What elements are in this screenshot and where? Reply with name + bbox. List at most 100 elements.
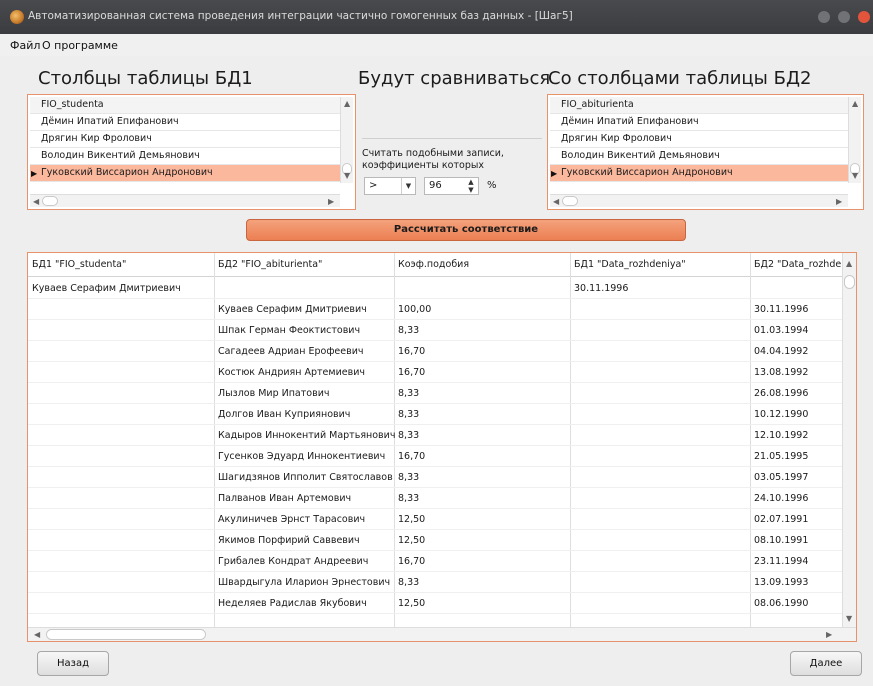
app-icon bbox=[10, 10, 24, 24]
list-item[interactable]: Володин Викентий Демьянович bbox=[550, 148, 848, 165]
calculate-match-button[interactable]: Рассчитать соответствие bbox=[246, 219, 686, 241]
table-row[interactable]: Шагидзянов Ипполит Святославов 8,33 03.05.… bbox=[28, 467, 844, 488]
list-item-selected[interactable]: ▶ Гуковский Виссарион Андронович bbox=[30, 165, 340, 182]
list-item[interactable]: FIO_studenta bbox=[30, 97, 340, 114]
vertical-scrollbar[interactable]: ▲ ▼ bbox=[842, 253, 856, 628]
table-row[interactable]: Лызлов Мир Ипатович 8,33 26.08.1996 bbox=[28, 383, 844, 404]
table-row[interactable]: Швардыгула Иларион Эрнестович 8,33 13.09.1… bbox=[28, 572, 844, 593]
table-row[interactable]: Акулиничев Эрнст Тарасович 12,50 02.07.199… bbox=[28, 509, 844, 530]
menu-file[interactable]: Файл bbox=[10, 39, 40, 52]
cell-similarity: 100,00 bbox=[398, 304, 432, 315]
cell-similarity: 8,33 bbox=[398, 472, 420, 483]
cell-dob-db2: 21.05.1995 bbox=[754, 451, 809, 462]
list-item-label: Дрягин Кир Фролович bbox=[41, 133, 152, 144]
cell-fio-db2: Якимов Порфирий Саввевич bbox=[218, 535, 360, 546]
scroll-up-icon[interactable]: ▲ bbox=[344, 99, 350, 108]
table-row[interactable]: Куваев Серафим Дмитриевич 30.11.1996 bbox=[28, 278, 844, 299]
scroll-thumb[interactable] bbox=[46, 629, 206, 640]
table-row[interactable]: Гусенков Эдуард Иннокентиевич 16,70 21.05.… bbox=[28, 446, 844, 467]
table-row[interactable]: Неделяев Радислав Якубович 12,50 08.06.199… bbox=[28, 593, 844, 614]
left-columns-list[interactable]: FIO_studenta Дёмин Ипатий Епифанович Дря… bbox=[27, 94, 356, 210]
table-row[interactable]: Грибалев Кондрат Андреевич 16,70 23.11.199… bbox=[28, 551, 844, 572]
scroll-left-icon[interactable]: ◀ bbox=[553, 197, 559, 206]
list-item-selected[interactable]: ▶ Гуковский Виссарион Андронович bbox=[550, 165, 848, 182]
spin-arrows-icon[interactable]: ▲ ▼ bbox=[464, 178, 478, 194]
scroll-up-icon[interactable]: ▲ bbox=[846, 259, 852, 268]
cell-dob-db2: 03.05.1997 bbox=[754, 472, 809, 483]
cell-dob-db2: 10.12.1990 bbox=[754, 409, 809, 420]
list-item-label: FIO_abiturienta bbox=[561, 99, 634, 110]
cell-similarity: 8,33 bbox=[398, 577, 420, 588]
table-row[interactable]: Шпак Герман Феоктистович 8,33 01.03.1994 bbox=[28, 320, 844, 341]
left-heading: Столбцы таблицы БД1 bbox=[38, 68, 253, 89]
scroll-down-icon[interactable]: ▼ bbox=[852, 171, 858, 180]
table-row[interactable]: Куваев Серафим Дмитриевич 100,00 30.11.199… bbox=[28, 299, 844, 320]
back-button[interactable]: Назад bbox=[37, 651, 109, 676]
scroll-right-icon[interactable]: ▶ bbox=[826, 630, 832, 639]
operator-select[interactable]: > ▼ bbox=[364, 177, 416, 195]
table-row[interactable]: Кадыров Иннокентий Мартьянович 8,33 12.10.… bbox=[28, 425, 844, 446]
scroll-up-icon[interactable]: ▲ bbox=[852, 99, 858, 108]
cell-dob-db2: 02.07.1991 bbox=[754, 514, 809, 525]
vertical-scrollbar[interactable]: ▲ ▼ bbox=[340, 97, 353, 183]
list-item-label: FIO_studenta bbox=[41, 99, 104, 110]
list-item[interactable]: FIO_abiturienta bbox=[550, 97, 848, 114]
cell-dob-db2: 08.10.1991 bbox=[754, 535, 809, 546]
scroll-thumb[interactable] bbox=[42, 196, 58, 206]
column-header[interactable]: Коэф.подобия bbox=[398, 259, 469, 270]
column-header[interactable]: БД2 "FIO_abiturienta" bbox=[218, 259, 322, 270]
middle-heading: Будут сравниваться bbox=[358, 68, 551, 89]
results-table[interactable]: БД1 "FIO_studenta" БД2 "FIO_abiturienta"… bbox=[27, 252, 857, 642]
next-button[interactable]: Далее bbox=[790, 651, 862, 676]
close-button[interactable] bbox=[858, 11, 870, 23]
menu-about[interactable]: О программе bbox=[42, 39, 118, 52]
list-item[interactable]: Дёмин Ипатий Епифанович bbox=[550, 114, 848, 131]
threshold-spinbox[interactable]: 96 ▲ ▼ bbox=[424, 177, 479, 195]
column-header[interactable]: БД2 "Data_rozhde bbox=[754, 259, 842, 270]
cell-fio-db2: Акулиничев Эрнст Тарасович bbox=[218, 514, 366, 525]
right-columns-list[interactable]: FIO_abiturienta Дёмин Ипатий Епифанович … bbox=[547, 94, 864, 210]
horizontal-scrollbar[interactable]: ◀ ▶ bbox=[30, 194, 340, 207]
scroll-right-icon[interactable]: ▶ bbox=[328, 197, 334, 206]
column-header[interactable]: БД1 "Data_rozhdeniya" bbox=[574, 259, 686, 270]
scroll-right-icon[interactable]: ▶ bbox=[836, 197, 842, 206]
list-item[interactable]: Дрягин Кир Фролович bbox=[550, 131, 848, 148]
cell-dob-db1: 30.11.1996 bbox=[574, 283, 629, 294]
cell-dob-db2: 08.06.1990 bbox=[754, 598, 809, 609]
table-row[interactable]: Якимов Порфирий Саввевич 12,50 08.10.1991 bbox=[28, 530, 844, 551]
horizontal-scrollbar[interactable]: ◀ ▶ bbox=[28, 627, 856, 641]
cell-fio-db2: Неделяев Радислав Якубович bbox=[218, 598, 367, 609]
cell-similarity: 8,33 bbox=[398, 493, 420, 504]
list-item-label: Дёмин Ипатий Епифанович bbox=[561, 116, 699, 127]
cell-fio-db1: Куваев Серафим Дмитриевич bbox=[32, 283, 181, 294]
scroll-thumb[interactable] bbox=[562, 196, 578, 206]
table-row[interactable]: Сагадеев Адриан Ерофеевич 16,70 04.04.1992 bbox=[28, 341, 844, 362]
scroll-down-icon[interactable]: ▼ bbox=[344, 171, 350, 180]
maximize-button[interactable] bbox=[838, 11, 850, 23]
cell-similarity: 16,70 bbox=[398, 346, 426, 357]
table-header: БД1 "FIO_studenta" БД2 "FIO_abiturienta"… bbox=[28, 253, 844, 277]
list-item[interactable]: Дёмин Ипатий Епифанович bbox=[30, 114, 340, 131]
column-header[interactable]: БД1 "FIO_studenta" bbox=[32, 259, 126, 270]
cell-dob-db2: 13.08.1992 bbox=[754, 367, 809, 378]
list-item[interactable]: Володин Викентий Демьянович bbox=[30, 148, 340, 165]
list-item[interactable]: Дрягин Кир Фролович bbox=[30, 131, 340, 148]
minimize-button[interactable] bbox=[818, 11, 830, 23]
vertical-scrollbar[interactable]: ▲ ▼ bbox=[848, 97, 861, 183]
cell-similarity: 8,33 bbox=[398, 325, 420, 336]
chevron-down-icon[interactable]: ▼ bbox=[401, 178, 415, 194]
list-item-label: Гуковский Виссарион Андронович bbox=[561, 167, 733, 178]
table-row[interactable]: Долгов Иван Куприянович 8,33 10.12.1990 bbox=[28, 404, 844, 425]
scroll-down-icon[interactable]: ▼ bbox=[846, 614, 852, 623]
scroll-left-icon[interactable]: ◀ bbox=[34, 630, 40, 639]
cell-fio-db2: Швардыгула Иларион Эрнестович bbox=[218, 577, 391, 588]
scroll-left-icon[interactable]: ◀ bbox=[33, 197, 39, 206]
cell-dob-db2: 04.04.1992 bbox=[754, 346, 809, 357]
current-row-icon: ▶ bbox=[31, 169, 38, 178]
cell-fio-db2: Долгов Иван Куприянович bbox=[218, 409, 351, 420]
cell-fio-db2: Лызлов Мир Ипатович bbox=[218, 388, 330, 399]
table-row[interactable]: Палванов Иван Артемович 8,33 24.10.1996 bbox=[28, 488, 844, 509]
horizontal-scrollbar[interactable]: ◀ ▶ bbox=[550, 194, 848, 207]
table-row[interactable]: Костюк Андриян Артемиевич 16,70 13.08.1992 bbox=[28, 362, 844, 383]
scroll-thumb[interactable] bbox=[844, 275, 855, 289]
